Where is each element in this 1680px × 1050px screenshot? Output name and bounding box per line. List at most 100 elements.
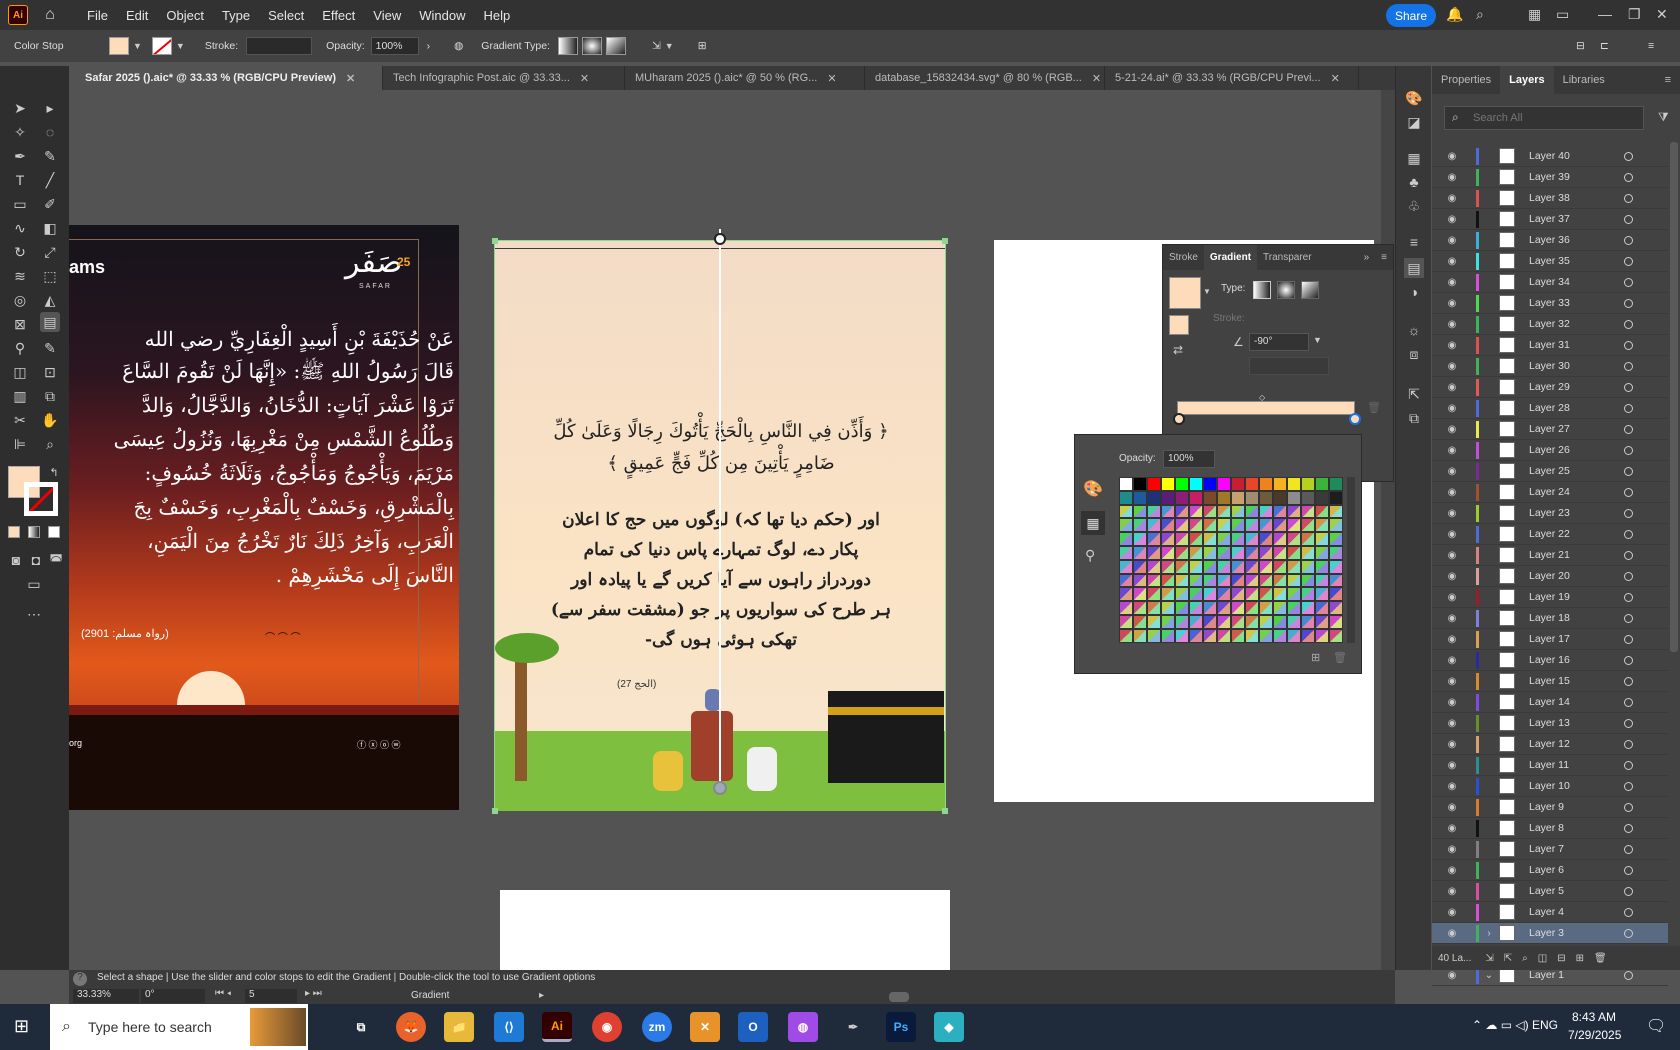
eyedropper-icon[interactable]: ⚲ <box>1085 547 1095 564</box>
artboard-safar[interactable]: ams صَفَر 25 SAFAR عَنْ حُذَيْفَةَ بْنِ … <box>69 225 459 810</box>
menu-object[interactable]: Object <box>157 8 213 23</box>
swatch[interactable] <box>1259 559 1273 574</box>
outlook-icon[interactable]: O <box>738 1012 768 1042</box>
visibility-eye-icon[interactable]: ◉ <box>1440 193 1464 204</box>
swatch[interactable] <box>1203 628 1217 643</box>
angle-field[interactable]: -90° <box>1249 333 1309 351</box>
swatch[interactable] <box>1245 545 1259 560</box>
swatch[interactable] <box>1189 614 1203 629</box>
swatch[interactable] <box>1315 477 1329 491</box>
blend-tool-icon[interactable]: ◫ <box>10 362 30 382</box>
swatch[interactable] <box>1161 477 1175 491</box>
layer-row[interactable]: ◉ Layer 12 <box>1432 734 1668 755</box>
target-circle-icon[interactable] <box>1624 298 1633 308</box>
swatch[interactable] <box>1147 628 1161 643</box>
swatch[interactable] <box>1161 614 1175 629</box>
visibility-eye-icon[interactable]: ◉ <box>1440 172 1464 183</box>
swatch[interactable] <box>1119 614 1133 629</box>
visibility-eye-icon[interactable]: ◉ <box>1440 319 1464 330</box>
swatch[interactable] <box>1259 504 1273 519</box>
rotate-tool-icon[interactable]: ↻ <box>10 242 30 262</box>
swatch[interactable] <box>1315 545 1329 560</box>
swatch[interactable] <box>1217 477 1231 491</box>
layer-row[interactable]: ◉ Layer 37 <box>1432 209 1668 230</box>
visibility-eye-icon[interactable]: ◉ <box>1440 592 1464 603</box>
swatch[interactable] <box>1287 532 1301 546</box>
swatch[interactable] <box>1231 545 1245 560</box>
photoshop-icon[interactable]: Ps <box>886 1012 916 1042</box>
layer-row[interactable]: ◉ Layer 31 <box>1432 335 1668 356</box>
tab-tech-infographic[interactable]: Tech Infographic Post.aic @ 33.33... ✕ <box>383 66 625 90</box>
magic-wand-icon[interactable]: ✧ <box>10 122 30 142</box>
chevron-right-icon[interactable]: › <box>1479 928 1499 939</box>
menu-view[interactable]: View <box>364 8 410 23</box>
task-view-icon[interactable]: ⧉ <box>346 1012 376 1042</box>
share-button[interactable]: Share <box>1386 4 1436 27</box>
swatch[interactable] <box>1231 504 1245 519</box>
swatch[interactable] <box>1189 545 1203 560</box>
menu-help[interactable]: Help <box>474 8 519 23</box>
trash-icon[interactable]: 🗑 <box>1333 651 1347 664</box>
layers-scrollbar[interactable] <box>1670 142 1678 652</box>
graphic-styles-icon[interactable]: ⧈ <box>1404 344 1424 364</box>
chevron-down-icon[interactable]: ▼ <box>176 41 185 51</box>
visibility-eye-icon[interactable]: ◉ <box>1440 445 1464 456</box>
perspective-grid-icon[interactable]: ◭ <box>40 290 60 310</box>
target-circle-icon[interactable] <box>1624 319 1633 329</box>
chevron-right-icon[interactable]: ⌄ <box>1479 970 1499 981</box>
tab-properties[interactable]: Properties <box>1432 66 1500 94</box>
visibility-eye-icon[interactable]: ◉ <box>1440 235 1464 246</box>
direct-selection-tool-icon[interactable]: ▸ <box>40 98 60 118</box>
swatch[interactable] <box>1287 628 1301 643</box>
maximize-icon[interactable]: ❐ <box>1628 6 1641 23</box>
target-circle-icon[interactable] <box>1624 907 1633 917</box>
color-stop-left[interactable] <box>1173 413 1185 425</box>
layer-name[interactable]: Layer 34 <box>1529 276 1624 288</box>
visibility-eye-icon[interactable]: ◉ <box>1440 844 1464 855</box>
target-circle-icon[interactable] <box>1624 529 1633 539</box>
free-transform-icon[interactable]: ⬚ <box>40 266 60 286</box>
layer-row[interactable]: ◉ Layer 17 <box>1432 629 1668 650</box>
swatch[interactable] <box>1161 518 1175 533</box>
swatch[interactable] <box>1161 601 1175 615</box>
swatch[interactable] <box>1287 504 1301 519</box>
chrome-icon[interactable]: ◉ <box>592 1012 622 1042</box>
swatch[interactable] <box>1133 504 1147 519</box>
visibility-eye-icon[interactable]: ◉ <box>1440 508 1464 519</box>
draw-behind-icon[interactable]: ◘ <box>26 550 46 570</box>
swatch[interactable] <box>1147 477 1161 491</box>
layer-name[interactable]: Layer 19 <box>1529 591 1624 603</box>
swatch[interactable] <box>1217 628 1231 643</box>
swatch[interactable] <box>1315 573 1329 588</box>
target-circle-icon[interactable] <box>1624 592 1633 602</box>
layer-row[interactable]: ◉ Layer 13 <box>1432 713 1668 734</box>
swatch[interactable] <box>1161 559 1175 574</box>
swatch[interactable] <box>1217 518 1231 533</box>
swatch[interactable] <box>1329 601 1343 615</box>
target-circle-icon[interactable] <box>1624 676 1633 686</box>
selection-handle[interactable] <box>492 808 498 814</box>
layer-name[interactable]: Layer 8 <box>1529 822 1624 834</box>
layer-row[interactable]: ◉ Layer 32 <box>1432 314 1668 335</box>
layer-row[interactable]: ◉ Layer 19 <box>1432 587 1668 608</box>
freeform-type-button[interactable] <box>1301 281 1319 299</box>
chevron-down-icon[interactable]: ▼ <box>133 41 142 51</box>
layer-name[interactable]: Layer 38 <box>1529 192 1624 204</box>
type-tool-icon[interactable]: T <box>10 170 30 190</box>
swatch[interactable] <box>1329 518 1343 533</box>
target-circle-icon[interactable] <box>1624 445 1633 455</box>
swatch[interactable] <box>1329 559 1343 574</box>
symbol-sprayer-icon[interactable]: ⊡ <box>40 362 60 382</box>
artboard-blank-bottom[interactable] <box>500 890 950 970</box>
layer-row[interactable]: ◉ Layer 16 <box>1432 650 1668 671</box>
color-panel-icon[interactable]: 🎨 <box>1404 88 1424 108</box>
brushes-icon[interactable]: ♣ <box>1404 172 1424 192</box>
swatch[interactable] <box>1301 587 1315 602</box>
swatch[interactable] <box>1287 545 1301 560</box>
shape-builder-icon[interactable]: ◎ <box>10 290 30 310</box>
swatch[interactable] <box>1245 518 1259 533</box>
swatch[interactable] <box>1245 477 1259 491</box>
swatch[interactable] <box>1329 477 1343 491</box>
swatch[interactable] <box>1231 559 1245 574</box>
swatch[interactable] <box>1147 532 1161 546</box>
